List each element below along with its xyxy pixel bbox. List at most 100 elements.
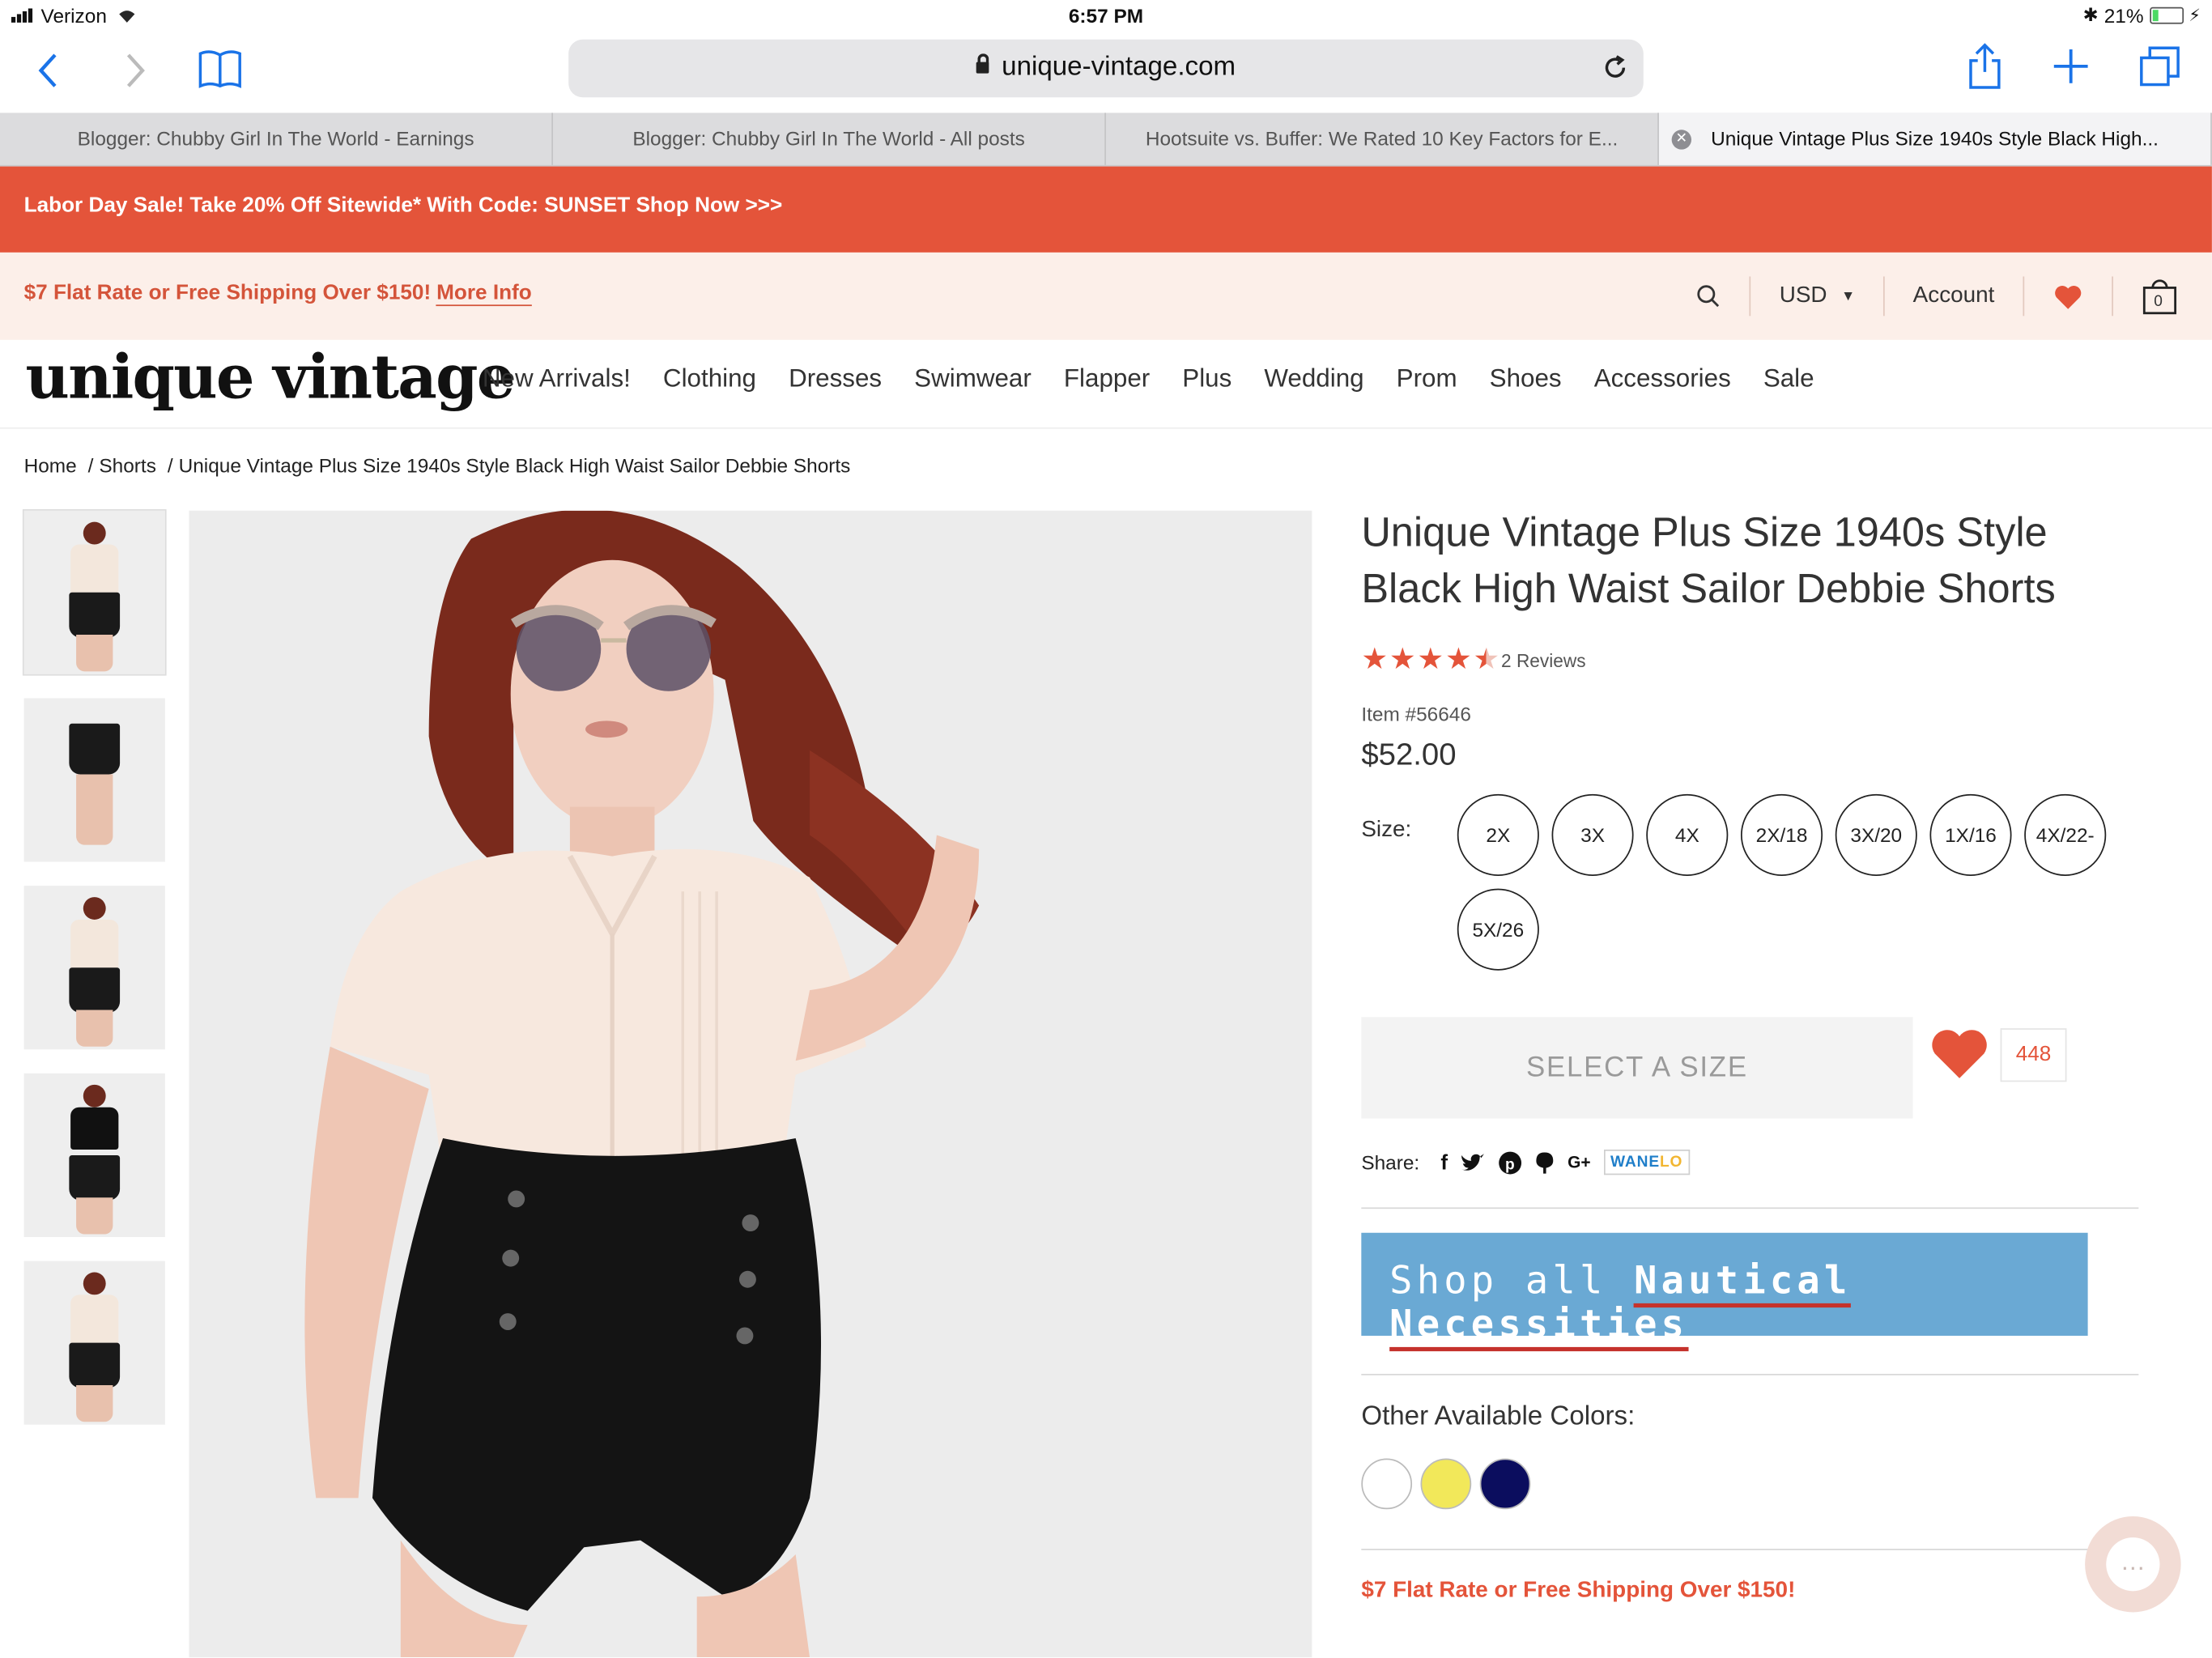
thumbnail[interactable] (23, 886, 165, 1050)
nav-link-clothing[interactable]: Clothing (663, 364, 756, 394)
shipping-text: $7 Flat Rate or Free Shipping Over $150! (23, 280, 432, 305)
charging-icon: ⚡ (2189, 5, 2201, 26)
select-size-button[interactable]: SELECT A SIZE (1361, 1017, 1913, 1119)
product-title: Unique Vintage Plus Size 1940s Style Bla… (1361, 510, 2056, 613)
wanelo-icon[interactable]: WANELO (1603, 1149, 1691, 1175)
nav-link-flapper[interactable]: Flapper (1064, 364, 1150, 394)
star-icon: ★ (1361, 643, 1389, 676)
shipping-note: $7 Flat Rate or Free Shipping Over $150! (1361, 1578, 1796, 1603)
size-option[interactable]: 4X/22- (2024, 793, 2107, 876)
color-swatch[interactable] (1479, 1458, 1531, 1510)
forward-icon[interactable] (124, 52, 147, 88)
share-row: Share: f p G+ WANELO (1361, 1149, 2151, 1175)
bluetooth-icon: ✱ (2082, 4, 2099, 26)
breadcrumb-home[interactable]: Home (24, 454, 77, 477)
nav-link-plus[interactable]: Plus (1182, 364, 1231, 394)
tab-hootsuite[interactable]: Hootsuite vs. Buffer: We Rated 10 Key Fa… (1106, 113, 1659, 165)
nav-link-new-arrivals[interactable]: New Arrivals! (483, 364, 631, 394)
account-link[interactable]: Account (1883, 276, 2023, 317)
favorite-count: 448 (2000, 1028, 2067, 1082)
wishlist-button[interactable] (2023, 276, 2112, 317)
product-image[interactable] (189, 510, 1312, 1658)
size-option[interactable]: 3X/20 (1835, 793, 1917, 876)
nav-links: New Arrivals! Clothing Dresses Swimwear Flap… (483, 364, 1814, 394)
heart-icon (2054, 285, 2082, 308)
tab-unique-vintage[interactable]: ✕ Unique Vintage Plus Size 1940s Style Bl… (1658, 113, 2212, 165)
pinterest-icon[interactable]: p (1499, 1150, 1523, 1175)
new-tab-icon[interactable] (2052, 48, 2089, 84)
breadcrumb: Home / Shorts / Unique Vintage Plus Size 194… (23, 454, 851, 477)
chat-button[interactable]: … (2085, 1516, 2181, 1613)
tab-bar: Blogger: Chubby Girl In The World - Earn… (0, 113, 2212, 167)
breadcrumb-current: Unique Vintage Plus Size 1940s Style Bla… (178, 454, 851, 477)
cart-count: 0 (2154, 293, 2163, 311)
status-bar: Verizon 6:57 PM ✱ 21% ⚡ (0, 0, 2212, 34)
address-bar[interactable]: unique-vintage.com (568, 39, 1644, 98)
main-nav: unique vintage New Arrivals! Clothing Dres… (0, 339, 2212, 429)
site-logo[interactable]: unique vintage (25, 342, 515, 413)
share-icon[interactable] (1967, 42, 2003, 90)
nav-link-wedding[interactable]: Wedding (1264, 364, 1363, 394)
divider (1361, 1207, 2139, 1209)
thumbnail[interactable] (23, 1261, 165, 1425)
other-colors-label: Other Available Colors: (1361, 1401, 1636, 1432)
thumbnail[interactable] (22, 508, 167, 676)
back-icon[interactable] (36, 52, 59, 88)
cart-button[interactable]: 0 (2112, 276, 2212, 317)
size-label: Size: (1361, 818, 1412, 843)
fancy-icon[interactable] (1535, 1150, 1555, 1175)
more-info-link[interactable]: More Info (436, 280, 532, 307)
promo-text: Labor Day Sale! Take 20% Off Sitewide* W… (23, 193, 783, 218)
facebook-icon[interactable]: f (1440, 1150, 1448, 1175)
nautical-banner[interactable]: Shop all Nautical Necessities (1361, 1232, 2088, 1352)
size-option[interactable]: 5X/26 (1457, 888, 1539, 971)
thumbnail-list (22, 508, 167, 1449)
url-text: unique-vintage.com (1002, 52, 1236, 83)
screen: Verizon 6:57 PM ✱ 21% ⚡ unique-vintage.c… (0, 0, 2212, 1658)
nav-link-accessories[interactable]: Accessories (1594, 364, 1731, 394)
size-option[interactable]: 2X (1457, 793, 1539, 876)
twitter-icon[interactable] (1461, 1152, 1486, 1173)
battery-percent: 21% (2104, 4, 2144, 28)
model-photo (189, 510, 1312, 1658)
google-plus-icon[interactable]: G+ (1568, 1152, 1590, 1171)
tab-earnings[interactable]: Blogger: Chubby Girl In The World - Earn… (0, 113, 553, 165)
nav-link-swimwear[interactable]: Swimwear (914, 364, 1032, 394)
breadcrumb-shorts[interactable]: Shorts (99, 454, 156, 477)
battery-icon (2149, 6, 2184, 24)
half-star-icon: ★ (1473, 643, 1500, 676)
share-label: Share: (1361, 1150, 1420, 1174)
star-icon: ★ (1389, 643, 1416, 676)
bookmarks-icon[interactable] (198, 49, 243, 89)
caret-down-icon: ▼ (1840, 288, 1856, 304)
star-icon: ★ (1417, 643, 1444, 676)
nav-link-dresses[interactable]: Dresses (789, 364, 882, 394)
close-tab-icon[interactable]: ✕ (1671, 130, 1692, 150)
rating[interactable]: ★ ★ ★ ★ ★ 2 Reviews (1361, 643, 2151, 676)
size-option[interactable]: 4X (1646, 793, 1729, 876)
divider (1361, 1374, 2139, 1375)
reload-icon[interactable] (1602, 53, 1630, 82)
search-button[interactable] (1668, 276, 1750, 316)
size-option[interactable]: 3X (1551, 793, 1634, 876)
color-swatch[interactable] (1361, 1458, 1413, 1510)
review-count[interactable]: 2 Reviews (1501, 649, 1585, 670)
thumbnail[interactable] (23, 1073, 165, 1237)
product-info: Unique Vintage Plus Size 1940s Style Bla… (1361, 505, 2151, 1604)
svg-text:p: p (1505, 1155, 1515, 1172)
tabs-icon[interactable] (2138, 45, 2180, 87)
chat-icon: … (2106, 1537, 2160, 1592)
size-option[interactable]: 2X/18 (1740, 793, 1823, 876)
nav-link-sale[interactable]: Sale (1763, 364, 1814, 394)
color-swatches (1361, 1458, 2151, 1510)
favorite-heart-icon[interactable] (1929, 1026, 1991, 1082)
tab-all-posts[interactable]: Blogger: Chubby Girl In The World - All … (553, 113, 1106, 165)
currency-select[interactable]: USD ▼ (1750, 276, 1883, 317)
size-option[interactable]: 1X/16 (1929, 793, 2012, 876)
nav-link-prom[interactable]: Prom (1397, 364, 1457, 394)
nav-link-shoes[interactable]: Shoes (1490, 364, 1562, 394)
browser-toolbar: unique-vintage.com (0, 34, 2212, 113)
promo-banner[interactable]: Labor Day Sale! Take 20% Off Sitewide* W… (0, 166, 2212, 253)
color-swatch[interactable] (1420, 1458, 1472, 1510)
thumbnail[interactable] (23, 698, 165, 862)
